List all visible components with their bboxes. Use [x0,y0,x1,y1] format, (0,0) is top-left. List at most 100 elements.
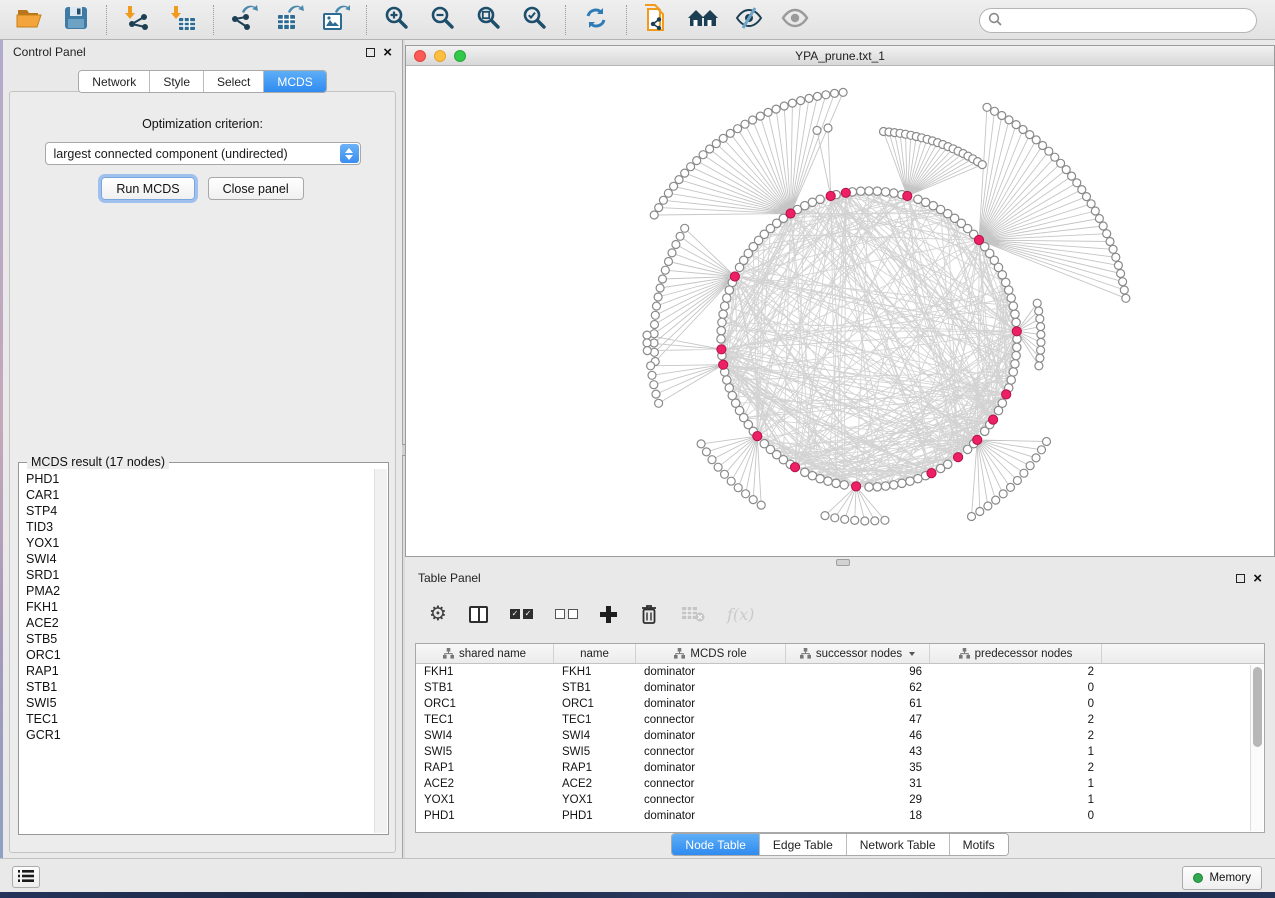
table-row[interactable]: TEC1TEC1connector472 [416,712,1264,728]
window-minimize-traffic-light[interactable] [434,50,446,62]
hide-selected-button[interactable] [729,4,769,36]
table-row[interactable]: SWI4SWI4dominator462 [416,728,1264,744]
memory-button[interactable]: Memory [1182,866,1262,890]
table-cell[interactable]: 2 [930,730,1102,742]
mcds-result-item[interactable]: FKH1 [26,599,374,615]
table-cell[interactable]: 47 [786,714,930,726]
table-cell[interactable]: 1 [930,794,1102,806]
table-scrollbar-thumb[interactable] [1253,667,1262,747]
zoom-out-button[interactable] [423,4,463,36]
close-table-panel-icon[interactable]: × [1253,574,1262,583]
table-cell[interactable]: 96 [786,666,930,678]
tab-node-table[interactable]: Node Table [672,834,760,855]
table-cell[interactable]: dominator [636,762,786,774]
column-settings-gear-icon[interactable]: ⚙ [429,604,447,624]
table-cell[interactable]: 18 [786,810,930,822]
fit-content-button[interactable] [469,4,509,36]
table-cell[interactable]: 0 [930,682,1102,694]
tab-motifs[interactable]: Motifs [950,834,1008,855]
table-cell[interactable]: 46 [786,730,930,742]
table-cell[interactable]: PHD1 [416,810,554,822]
table-cell[interactable]: 0 [930,810,1102,822]
criterion-select[interactable]: largest connected component (undirected) [45,142,361,165]
table-cell[interactable]: ACE2 [416,778,554,790]
mcds-result-item[interactable]: RAP1 [26,663,374,679]
window-close-traffic-light[interactable] [414,50,426,62]
horizontal-splitter-grip[interactable] [836,559,850,566]
add-column-icon[interactable] [600,606,617,623]
table-cell[interactable]: ACE2 [554,778,636,790]
table-row[interactable]: ORC1ORC1dominator610 [416,696,1264,712]
node-table[interactable]: shared namenameMCDS rolesuccessor nodesp… [415,643,1265,833]
import-table-button[interactable] [163,4,203,36]
tab-edge-table[interactable]: Edge Table [760,834,847,855]
table-cell[interactable]: FKH1 [554,666,636,678]
table-cell[interactable]: 2 [930,762,1102,774]
search-box[interactable] [979,8,1257,33]
export-table-button[interactable] [270,4,310,36]
table-cell[interactable]: YOX1 [416,794,554,806]
table-row[interactable]: RAP1RAP1dominator352 [416,760,1264,776]
tab-mcds[interactable]: MCDS [264,71,325,92]
column-header-name[interactable]: name [554,644,636,663]
column-header-MCDS-role[interactable]: MCDS role [636,644,786,663]
result-list-scrollbar[interactable] [374,469,387,833]
export-image-button[interactable] [316,4,356,36]
table-cell[interactable]: STB1 [554,682,636,694]
mcds-result-item[interactable]: PHD1 [26,471,374,487]
table-cell[interactable]: RAP1 [416,762,554,774]
close-panel-button[interactable]: Close panel [208,177,304,200]
mcds-result-item[interactable]: PMA2 [26,583,374,599]
table-cell[interactable]: 35 [786,762,930,774]
mcds-result-item[interactable]: SWI4 [26,551,374,567]
table-cell[interactable]: connector [636,778,786,790]
table-cell[interactable]: SWI4 [554,730,636,742]
table-cell[interactable]: 2 [930,666,1102,678]
table-row[interactable]: SWI5SWI5connector431 [416,744,1264,760]
column-header-successor-nodes[interactable]: successor nodes [786,644,930,663]
table-cell[interactable]: 2 [930,714,1102,726]
table-cell[interactable]: SWI5 [416,746,554,758]
refresh-view-button[interactable] [576,4,616,36]
table-cell[interactable]: connector [636,794,786,806]
home-networks-button[interactable] [683,4,723,36]
table-cell[interactable]: 43 [786,746,930,758]
tab-network[interactable]: Network [79,71,150,92]
table-cell[interactable]: dominator [636,810,786,822]
column-header-shared-name[interactable]: shared name [416,644,554,663]
table-row[interactable]: PHD1PHD1dominator180 [416,808,1264,824]
mcds-result-item[interactable]: TID3 [26,519,374,535]
table-cell[interactable]: 1 [930,778,1102,790]
mcds-result-item[interactable]: STB5 [26,631,374,647]
table-cell[interactable]: connector [636,746,786,758]
table-cell[interactable]: 62 [786,682,930,694]
mcds-result-item[interactable]: TEC1 [26,711,374,727]
column-header-predecessor-nodes[interactable]: predecessor nodes [930,644,1102,663]
table-row[interactable]: FKH1FKH1dominator962 [416,664,1264,680]
table-cell[interactable]: 61 [786,698,930,710]
hide-all-columns-icon[interactable] [555,609,578,619]
table-cell[interactable]: TEC1 [416,714,554,726]
float-table-panel-icon[interactable] [1236,574,1245,583]
open-session-button[interactable] [10,4,50,36]
table-cell[interactable]: 31 [786,778,930,790]
show-all-button[interactable] [775,4,815,36]
table-cell[interactable]: dominator [636,698,786,710]
save-session-button[interactable] [56,4,96,36]
table-cell[interactable]: PHD1 [554,810,636,822]
table-cell[interactable]: ORC1 [554,698,636,710]
mcds-result-item[interactable]: SRD1 [26,567,374,583]
import-network-button[interactable] [117,4,157,36]
table-cell[interactable]: SWI5 [554,746,636,758]
table-cell[interactable]: STB1 [416,682,554,694]
export-network-button[interactable] [224,4,264,36]
table-cell[interactable]: TEC1 [554,714,636,726]
table-cell[interactable]: dominator [636,682,786,694]
table-row[interactable]: STB1STB1dominator620 [416,680,1264,696]
mcds-result-item[interactable]: YOX1 [26,535,374,551]
table-row[interactable]: YOX1YOX1connector291 [416,792,1264,808]
network-canvas[interactable] [406,66,1274,556]
mcds-result-item[interactable]: GCR1 [26,727,374,743]
table-cell[interactable]: ORC1 [416,698,554,710]
share-document-button[interactable] [637,4,677,36]
